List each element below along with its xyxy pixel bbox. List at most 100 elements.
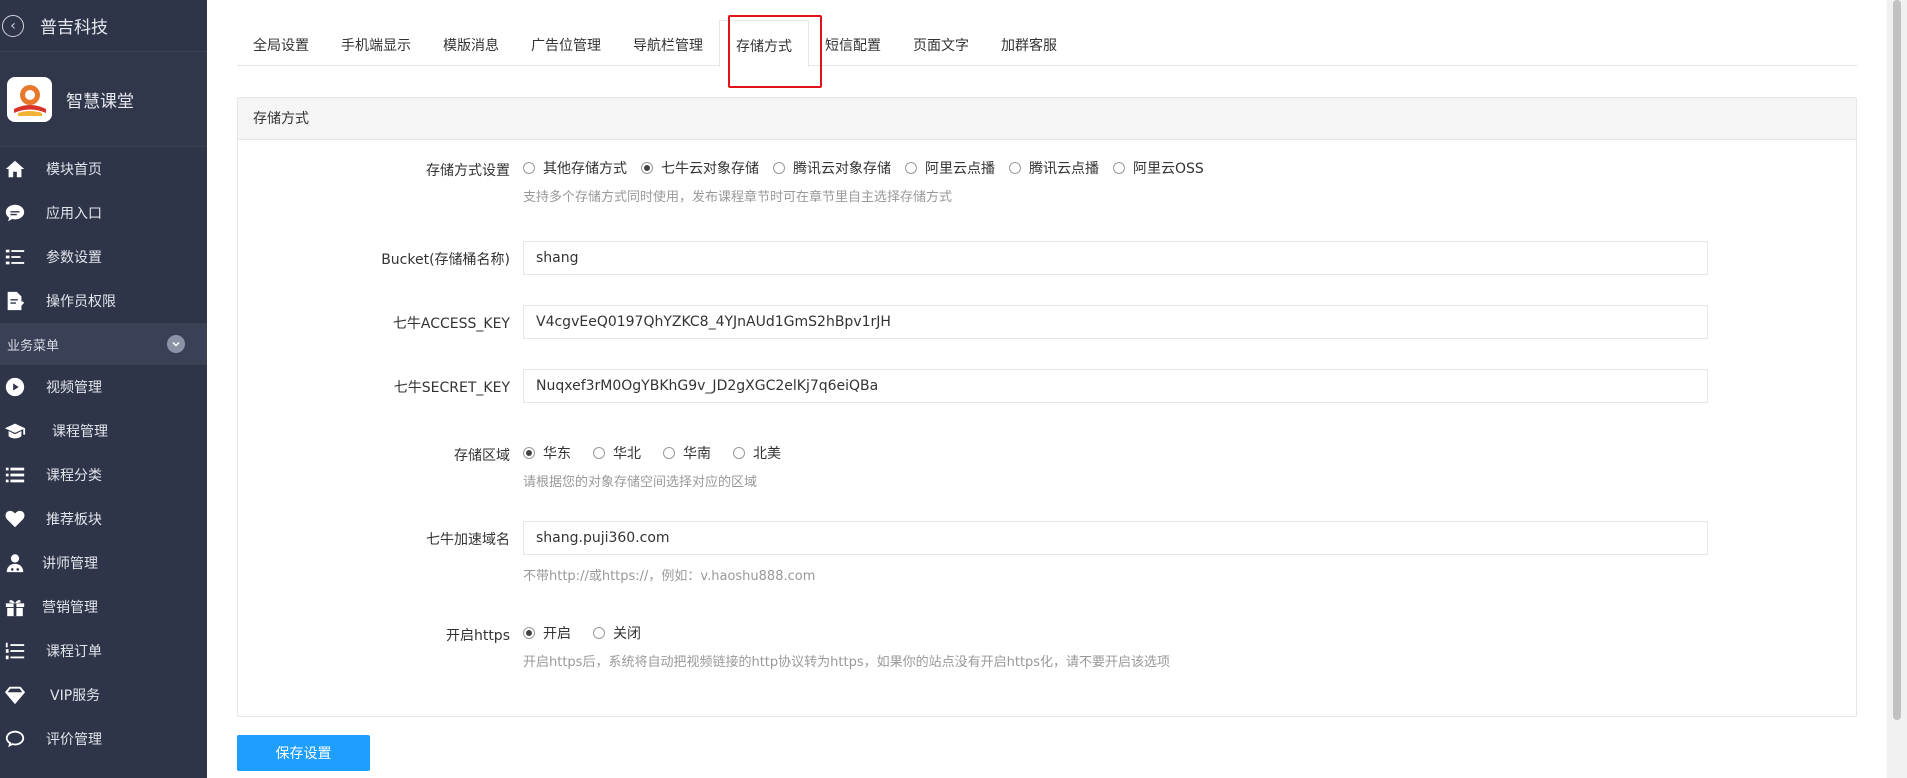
- radio-tencent-cos[interactable]: 腾讯云对象存储: [773, 158, 891, 178]
- radio-circle: [663, 447, 675, 459]
- sidebar-item-params[interactable]: 参数设置: [0, 235, 207, 279]
- sidebar-item-teacher[interactable]: 讲师管理: [0, 541, 207, 585]
- radio-region-east[interactable]: 华东: [523, 443, 571, 463]
- radio-https-off[interactable]: 关闭: [593, 623, 641, 643]
- app-header: 智慧课堂: [0, 52, 207, 147]
- radio-https-on[interactable]: 开启: [523, 623, 571, 643]
- radio-label: 其他存储方式: [543, 161, 627, 177]
- sidebar-item-recommend[interactable]: 推荐板块: [0, 497, 207, 541]
- https-help: 开启https后，系统将自动把视频链接的http协议转为https，如果你的站点…: [523, 655, 1171, 670]
- back-icon[interactable]: ‹: [2, 14, 24, 37]
- sidebar-section-business[interactable]: 业务菜单: [0, 323, 207, 365]
- region-label: 存储区域: [454, 448, 510, 464]
- radio-label: 关闭: [613, 626, 641, 642]
- radio-region-na[interactable]: 北美: [733, 443, 781, 463]
- main-content: 全局设置 手机端显示 模版消息 广告位管理 导航栏管理 存储方式 短信配置 页面…: [207, 0, 1887, 778]
- sidebar-header: ‹ 普吉科技: [0, 0, 207, 52]
- radio-label: 华北: [613, 446, 641, 462]
- sidebar-item-vip[interactable]: VIP服务: [0, 673, 207, 717]
- sidebar-item-video[interactable]: 视频管理: [0, 365, 207, 409]
- radio-label: 腾讯云点播: [1029, 161, 1099, 177]
- diamond-icon: [2, 682, 28, 708]
- tab-ad-slots[interactable]: 广告位管理: [515, 20, 617, 66]
- bucket-label: Bucket(存储桶名称): [381, 252, 510, 268]
- sidebar-item-category[interactable]: 课程分类: [0, 453, 207, 497]
- radio-circle: [1113, 162, 1125, 174]
- list-icon: [2, 462, 28, 488]
- sidebar-item-label: 课程订单: [46, 644, 102, 660]
- radio-circle: [733, 447, 745, 459]
- domain-input[interactable]: [523, 521, 1708, 555]
- sidebar-item-home[interactable]: 模块首页: [0, 147, 207, 191]
- sidebar-item-label: 模块首页: [46, 162, 102, 178]
- app-name: 智慧课堂: [66, 91, 134, 112]
- tab-global[interactable]: 全局设置: [237, 20, 325, 66]
- region-help: 请根据您的对象存储空间选择对应的区域: [523, 475, 758, 490]
- chevron-down-icon: [167, 335, 185, 353]
- play-icon: [2, 374, 28, 400]
- tab-mobile-display[interactable]: 手机端显示: [325, 20, 427, 66]
- sidebar-item-label: 课程管理: [52, 424, 108, 440]
- sidebar-item-label: 操作员权限: [46, 294, 116, 310]
- radio-circle: [773, 162, 785, 174]
- sidebar-item-label: 评价管理: [46, 732, 102, 748]
- tab-group-service[interactable]: 加群客服: [985, 20, 1073, 66]
- domain-help: 不带http://或https://，例如：v.haoshu888.com: [523, 569, 816, 584]
- save-button[interactable]: 保存设置: [237, 735, 370, 771]
- scrollbar[interactable]: [1887, 0, 1907, 778]
- secret-key-input[interactable]: [523, 369, 1708, 403]
- sidebar-item-label: 营销管理: [42, 600, 98, 616]
- scrollbar-thumb[interactable]: [1893, 0, 1901, 720]
- sidebar-section-label: 业务菜单: [7, 338, 60, 354]
- storage-method-label: 存储方式设置: [426, 163, 510, 179]
- tab-page-text[interactable]: 页面文字: [897, 20, 985, 66]
- highlight-box: [728, 15, 822, 88]
- sidebar-item-label: 课程分类: [46, 468, 102, 484]
- radio-circle: [523, 627, 535, 639]
- radio-label: 阿里云OSS: [1133, 161, 1204, 177]
- list-settings-icon: [2, 244, 28, 270]
- access-key-input[interactable]: [523, 305, 1708, 339]
- sidebar-item-operator[interactable]: 操作员权限: [0, 279, 207, 323]
- tab-navbar[interactable]: 导航栏管理: [617, 20, 719, 66]
- access-key-label: 七牛ACCESS_KEY: [392, 316, 510, 332]
- radio-region-north[interactable]: 华北: [593, 443, 641, 463]
- radio-other-storage[interactable]: 其他存储方式: [523, 158, 627, 178]
- radio-label: 华南: [683, 446, 711, 462]
- settings-tabs: 全局设置 手机端显示 模版消息 广告位管理 导航栏管理 存储方式 短信配置 页面…: [237, 20, 1857, 67]
- ordered-list-icon: [2, 638, 28, 664]
- bucket-input[interactable]: [523, 241, 1708, 275]
- radio-label: 开启: [543, 626, 571, 642]
- org-name: 普吉科技: [40, 18, 108, 38]
- radio-circle: [523, 162, 535, 174]
- sidebar-item-reviews[interactable]: 评价管理: [0, 717, 207, 761]
- radio-aliyun-vod[interactable]: 阿里云点播: [905, 158, 995, 178]
- radio-label: 阿里云点播: [925, 161, 995, 177]
- home-icon: [2, 156, 28, 182]
- comment-icon: [2, 726, 28, 752]
- sidebar-item-app-entry[interactable]: 应用入口: [0, 191, 207, 235]
- radio-tencent-vod[interactable]: 腾讯云点播: [1009, 158, 1099, 178]
- sidebar-item-label: 参数设置: [46, 250, 102, 266]
- tab-template-message[interactable]: 模版消息: [427, 20, 515, 66]
- tab-sms[interactable]: 短信配置: [809, 20, 897, 66]
- region-options: 华东 华北 华南 北美 请根据您的对象存储空间选择对应的区域: [523, 443, 795, 490]
- sidebar-item-course[interactable]: 课程管理: [0, 409, 207, 453]
- sidebar-item-orders[interactable]: 课程订单: [0, 629, 207, 673]
- app-logo: [7, 76, 52, 122]
- sidebar: ‹ 普吉科技 智慧课堂 模块首页 应用入口 参数设置 操作员权限 业务菜单 视频…: [0, 0, 207, 778]
- sidebar-item-marketing[interactable]: 营销管理: [0, 585, 207, 629]
- radio-circle: [641, 162, 653, 174]
- radio-aliyun-oss[interactable]: 阿里云OSS: [1113, 158, 1204, 178]
- radio-circle: [905, 162, 917, 174]
- storage-panel: 存储方式 存储方式设置 其他存储方式 七牛云对象存储 腾讯云对象存储 阿里云点播…: [237, 97, 1857, 717]
- graduation-cap-icon: [2, 418, 28, 444]
- chat-bubble-icon: [2, 200, 28, 226]
- radio-region-south[interactable]: 华南: [663, 443, 711, 463]
- document-edit-icon: [2, 288, 28, 314]
- radio-label: 北美: [753, 446, 781, 462]
- sidebar-item-label: 应用入口: [46, 206, 102, 222]
- radio-circle: [523, 447, 535, 459]
- radio-qiniu-storage[interactable]: 七牛云对象存储: [641, 158, 759, 178]
- radio-circle: [593, 447, 605, 459]
